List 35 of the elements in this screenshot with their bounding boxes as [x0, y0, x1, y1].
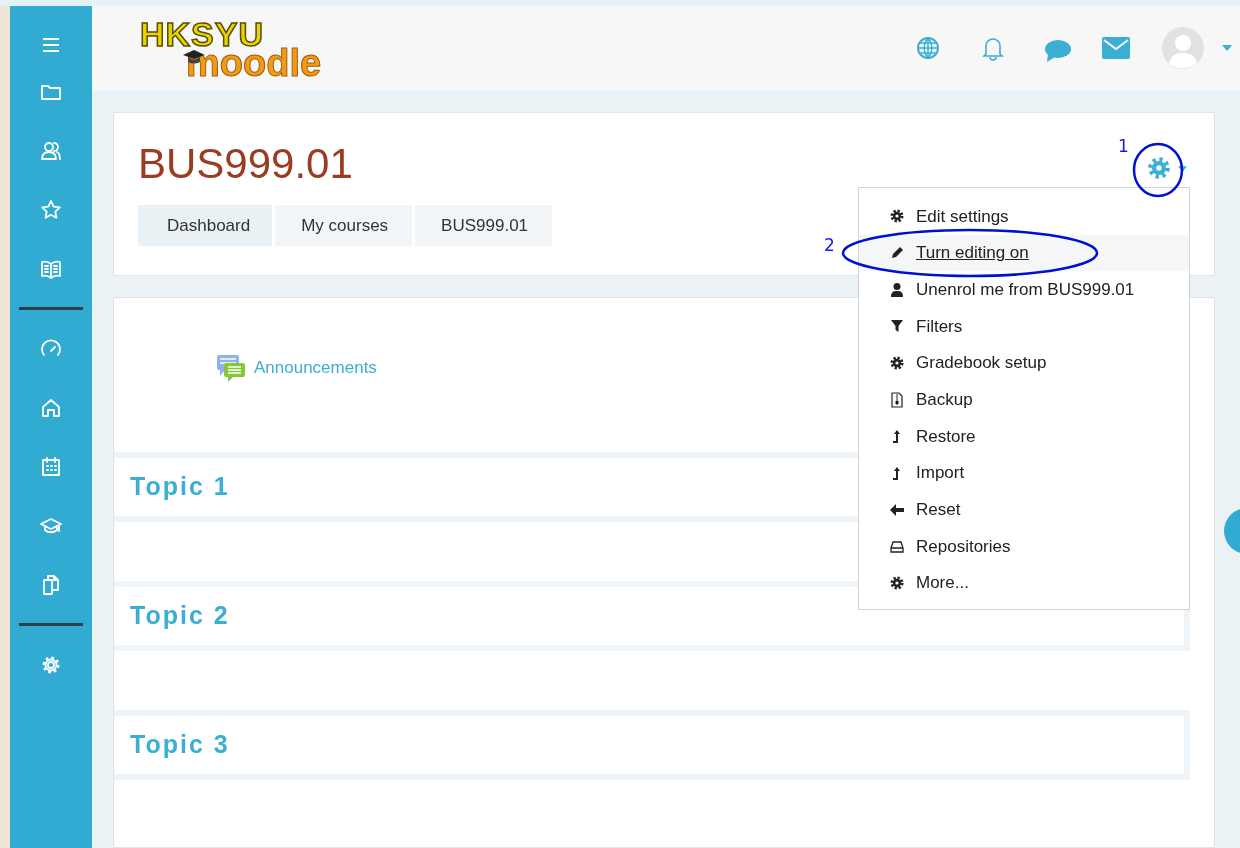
calendar-icon[interactable] — [39, 454, 63, 479]
funnel-icon — [889, 318, 905, 335]
menu-item[interactable]: More... — [859, 564, 1189, 602]
cog-icon — [889, 355, 905, 372]
menu-item[interactable]: Edit settings — [859, 198, 1189, 235]
mail-icon[interactable] — [1102, 37, 1130, 59]
annotation-number: 2 — [824, 236, 835, 254]
globe-icon[interactable] — [916, 36, 940, 60]
breadcrumb-link[interactable]: Dashboard — [138, 205, 273, 246]
menu-icon[interactable] — [41, 37, 61, 53]
menu-item[interactable]: Backup — [859, 381, 1189, 419]
settings-icon[interactable] — [1146, 155, 1172, 181]
chat-bubble-icon[interactable] — [1044, 39, 1072, 63]
menu-item[interactable]: Gradebook setup — [859, 344, 1189, 382]
cog-icon — [889, 575, 905, 592]
menu-item[interactable]: Filters — [859, 308, 1189, 345]
annotation-ellipse — [1131, 142, 1185, 198]
file-icon — [889, 391, 905, 408]
menu-item[interactable]: Unenrol me from BUS999.01 — [859, 271, 1189, 309]
course-title: BUS999.01 — [138, 141, 353, 187]
notification-bell-icon[interactable] — [982, 35, 1004, 61]
menu-item[interactable]: Import — [859, 454, 1189, 492]
menu-item[interactable]: Turn editing on — [859, 234, 1189, 272]
forum-icon — [216, 354, 246, 382]
menu-item[interactable]: Repositories — [859, 528, 1189, 565]
person-icon — [889, 281, 905, 298]
annotation-number: 1 — [1118, 137, 1129, 155]
menu-item[interactable]: Restore — [859, 418, 1189, 455]
star-icon[interactable] — [39, 197, 63, 222]
breadcrumb-link[interactable]: BUS999.01 — [412, 205, 553, 246]
caret-icon[interactable] — [1178, 166, 1187, 172]
cog-icon — [889, 208, 905, 225]
drive-icon — [889, 538, 905, 555]
breadcrumb-link[interactable]: My courses — [272, 205, 413, 246]
menu-item[interactable]: Reset — [859, 491, 1189, 529]
